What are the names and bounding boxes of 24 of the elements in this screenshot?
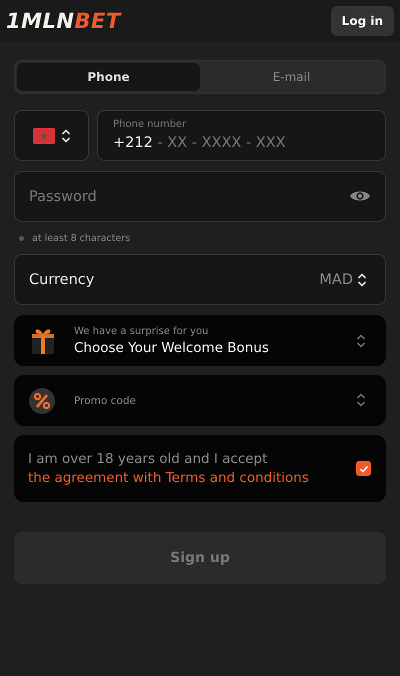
terms-text: I am over 18 years old and I accept the agreement with Terms and conditions xyxy=(28,450,310,488)
password-field[interactable]: Password xyxy=(14,171,386,222)
percent-badge-icon xyxy=(28,387,56,415)
bonus-title: Choose Your Welcome Bonus xyxy=(74,340,270,356)
check-icon xyxy=(358,464,368,474)
flag-icon xyxy=(32,128,54,144)
login-button[interactable]: Log in xyxy=(330,6,394,36)
country-select[interactable] xyxy=(14,110,89,161)
sort-icon xyxy=(357,272,367,288)
terms-link[interactable]: the agreement with Terms and conditions xyxy=(28,470,309,486)
phone-field[interactable]: Phone number +212 - XX - XXXX - XXX xyxy=(97,110,386,161)
password-hint: at least 8 characters xyxy=(32,232,130,244)
tab[interactable]: E-mail xyxy=(200,63,383,91)
logo: 1MLNBET xyxy=(6,9,121,33)
promo-code-field[interactable]: Promo code xyxy=(14,375,386,426)
bonus-caption: We have a surprise for you xyxy=(74,326,210,336)
sort-icon xyxy=(356,332,366,348)
checkbox[interactable] xyxy=(356,461,371,476)
sort-icon xyxy=(356,392,366,408)
tab[interactable]: Phone xyxy=(17,63,200,91)
bonus-select[interactable]: We have a surprise for you Choose Your Welcome Bonus xyxy=(14,315,386,366)
sort-icon xyxy=(60,128,70,144)
bullet-icon xyxy=(19,236,24,240)
currency-select[interactable]: Currency MAD xyxy=(14,254,386,305)
